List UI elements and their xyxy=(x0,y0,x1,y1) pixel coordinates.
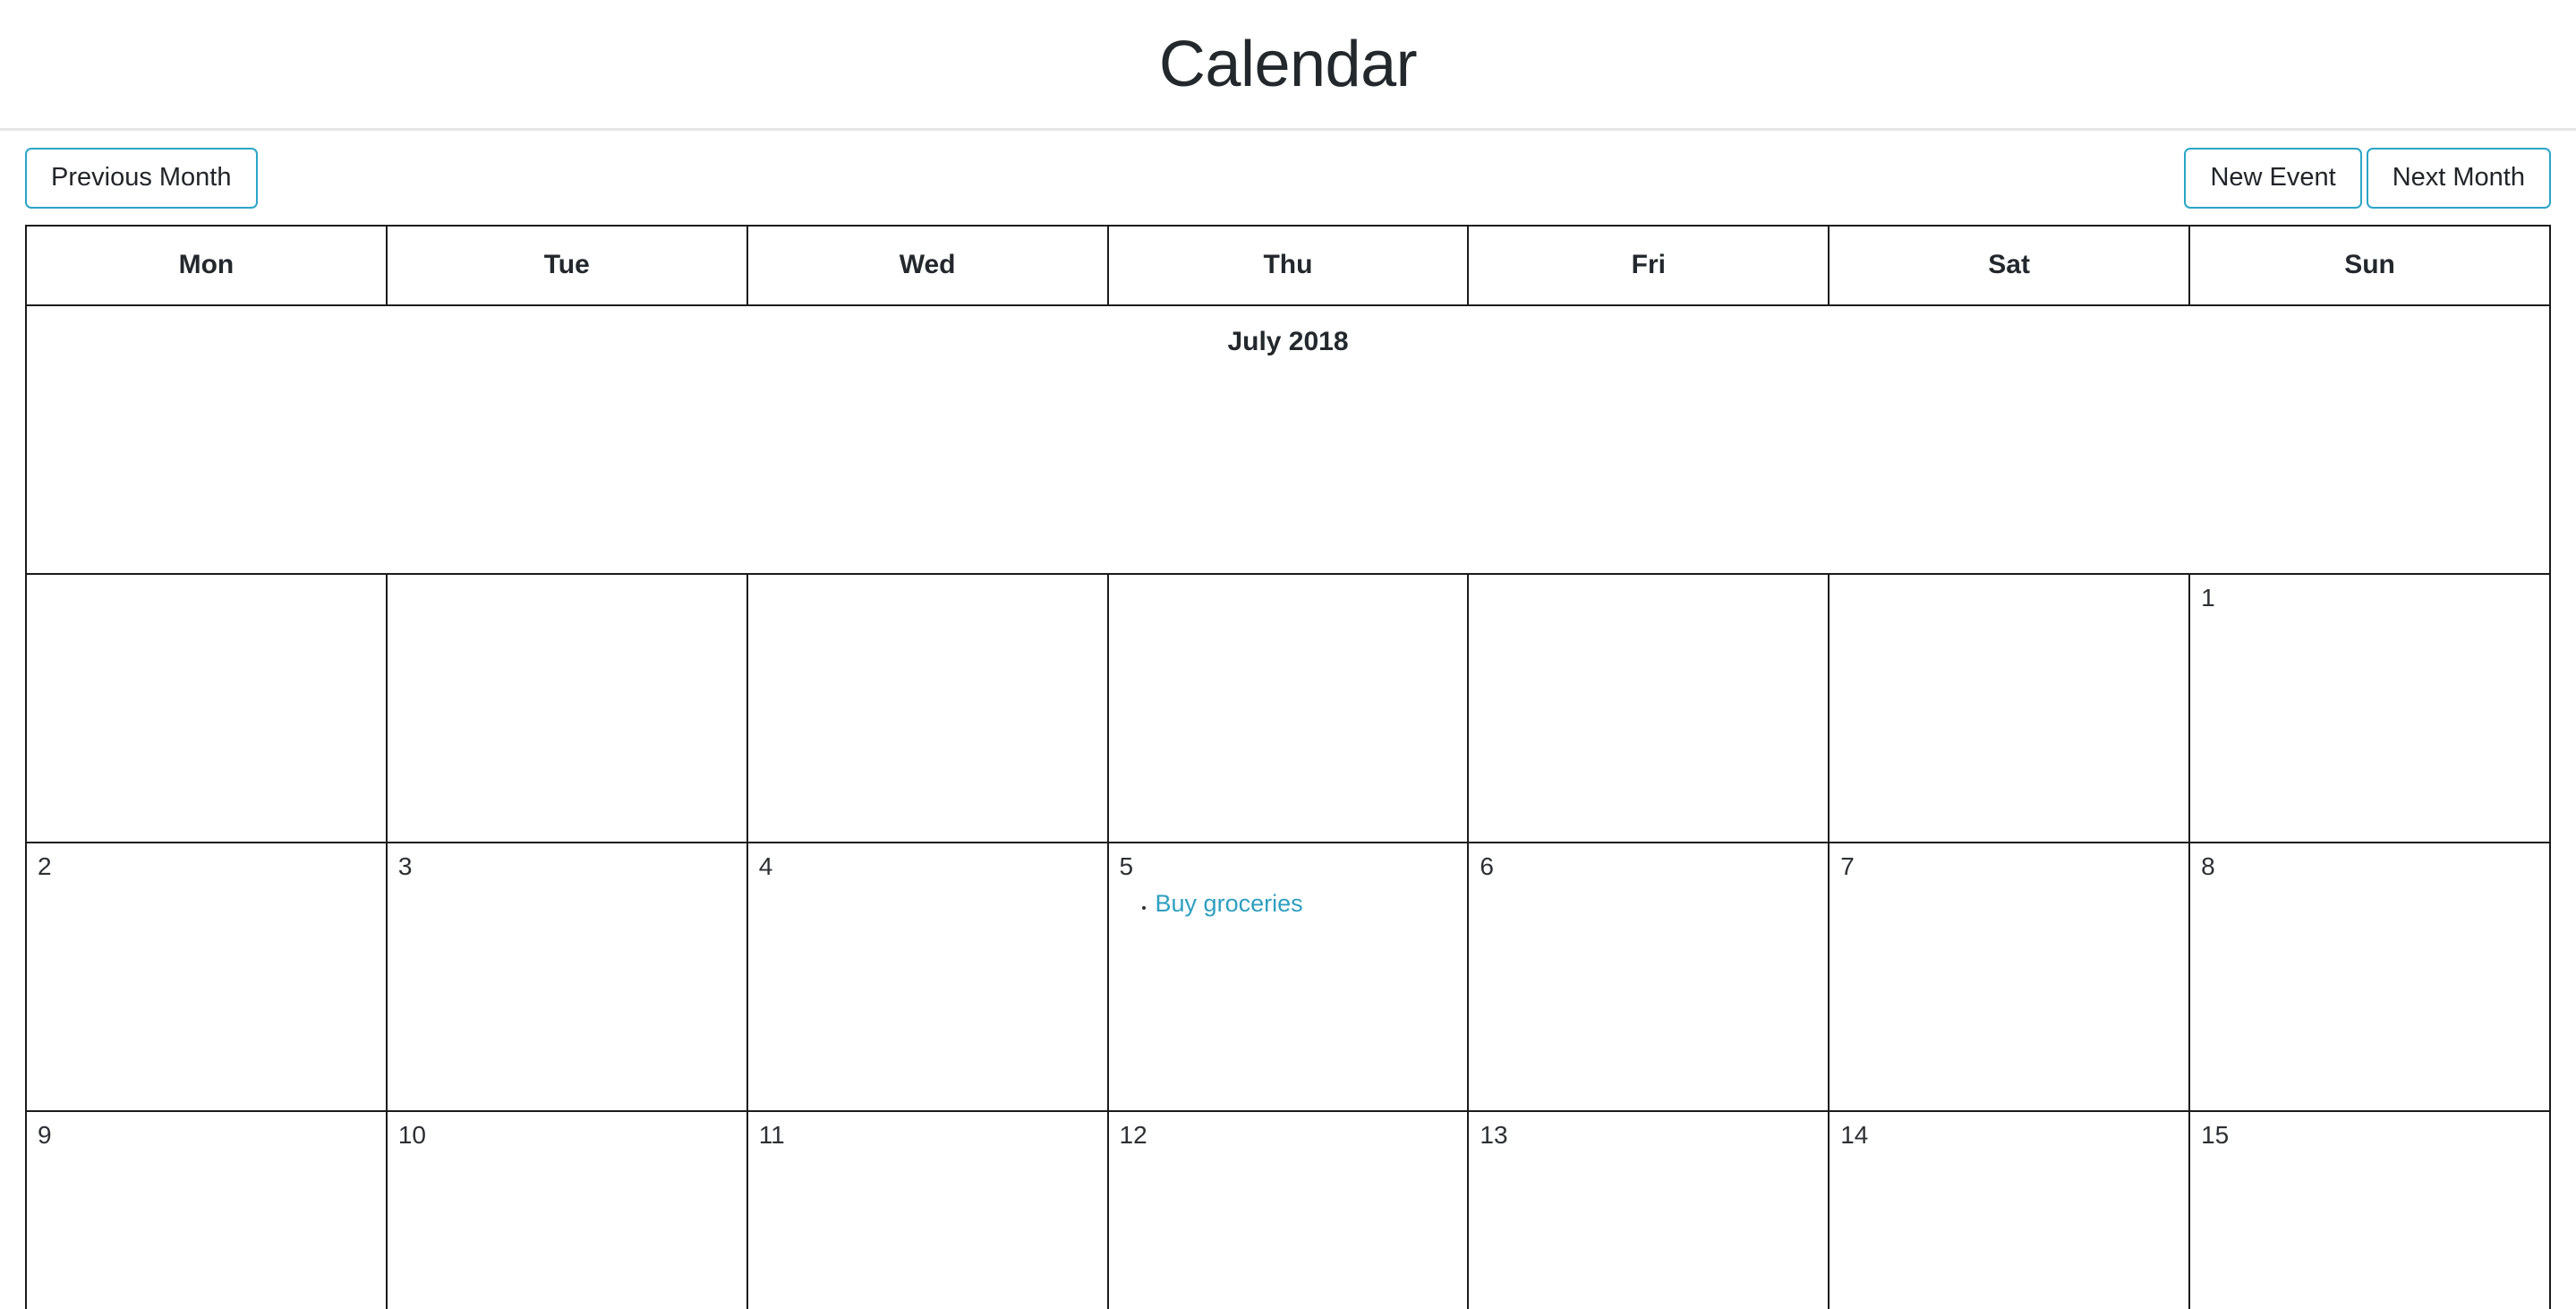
day-number: 4 xyxy=(758,852,773,880)
weekday-header-sat: Sat xyxy=(1828,226,2191,306)
event-list: Buy groceries xyxy=(1120,887,1457,920)
calendar-empty-cell[interactable] xyxy=(1467,573,1830,843)
calendar-month-label: July 2018 xyxy=(25,304,2551,575)
weekday-header-mon: Mon xyxy=(25,226,388,306)
day-number: 9 xyxy=(38,1121,52,1149)
page-header: Calendar xyxy=(0,0,2576,131)
day-number: 1 xyxy=(2201,584,2215,612)
day-number: 2 xyxy=(38,852,52,880)
day-number: 10 xyxy=(397,1121,426,1149)
calendar-container: July 2018 Mon Tue Wed Thu Fri Sat Sun 12… xyxy=(0,225,2576,1309)
weekday-header-sun: Sun xyxy=(2188,226,2551,306)
calendar-week-row: 9 10 11 12 13 14 15 xyxy=(25,1110,2551,1309)
calendar-body: 12345Buy groceries6789101112131415161718… xyxy=(25,573,2551,1309)
day-number: 5 xyxy=(1119,852,1134,880)
day-number: 3 xyxy=(397,852,413,880)
calendar-day-cell[interactable]: 15 xyxy=(2188,1110,2551,1309)
day-number: 12 xyxy=(1119,1121,1147,1149)
calendar-day-cell[interactable]: 14 xyxy=(1828,1110,2191,1309)
calendar-day-cell[interactable]: 7 xyxy=(1828,842,2191,1112)
calendar-day-cell[interactable]: 10 xyxy=(385,1110,748,1309)
calendar-empty-cell[interactable] xyxy=(746,573,1109,843)
event-link[interactable]: Buy groceries xyxy=(1156,890,1303,917)
weekday-header-row: Mon Tue Wed Thu Fri Sat Sun xyxy=(25,226,2551,306)
calendar-day-cell[interactable]: 13 xyxy=(1467,1110,1830,1309)
calendar-day-cell[interactable]: 3 xyxy=(385,842,748,1112)
day-number: 8 xyxy=(2201,852,2215,880)
calendar-day-cell[interactable]: 6 xyxy=(1467,842,1830,1112)
calendar-empty-cell[interactable] xyxy=(1106,573,1470,843)
toolbar-left-group: Previous Month xyxy=(25,147,258,209)
calendar-empty-cell[interactable] xyxy=(385,573,748,843)
calendar-day-cell[interactable]: 8 xyxy=(2188,842,2551,1112)
calendar-weekday-header: Mon Tue Wed Thu Fri Sat Sun xyxy=(25,226,2551,306)
weekday-header-wed: Wed xyxy=(746,226,1109,306)
calendar-week-row: 1 xyxy=(25,573,2551,843)
day-number: 6 xyxy=(1480,852,1494,880)
calendar-toolbar: Previous Month New Event Next Month xyxy=(0,131,2576,225)
day-number: 13 xyxy=(1480,1121,1508,1149)
calendar-day-cell[interactable]: 2 xyxy=(25,842,388,1112)
day-number: 15 xyxy=(2201,1121,2230,1149)
calendar-week-row: 2 3 4 5 Buy groceries 6 7 8 xyxy=(25,842,2551,1112)
calendar-day-cell[interactable]: 4 xyxy=(746,842,1109,1112)
calendar-empty-cell[interactable] xyxy=(1828,573,2191,843)
weekday-header-thu: Thu xyxy=(1106,226,1470,306)
previous-month-button[interactable]: Previous Month xyxy=(25,147,258,209)
new-event-button[interactable]: New Event xyxy=(2184,147,2362,209)
calendar-day-cell[interactable]: 5 Buy groceries xyxy=(1106,842,1470,1112)
day-number: 7 xyxy=(1840,852,1855,880)
weekday-header-fri: Fri xyxy=(1467,226,1830,306)
calendar-table: July 2018 Mon Tue Wed Thu Fri Sat Sun 12… xyxy=(25,225,2551,1309)
calendar-day-cell[interactable]: 1 xyxy=(2188,573,2551,843)
calendar-day-cell[interactable]: 11 xyxy=(746,1110,1109,1309)
calendar-day-cell[interactable]: 12 xyxy=(1106,1110,1470,1309)
day-number: 11 xyxy=(758,1121,785,1149)
calendar-day-cell[interactable]: 9 xyxy=(25,1110,388,1309)
event-list-item: Buy groceries xyxy=(1156,887,1457,920)
weekday-header-tue: Tue xyxy=(385,226,748,306)
next-month-button[interactable]: Next Month xyxy=(2366,147,2551,209)
day-number: 14 xyxy=(1840,1121,1869,1149)
calendar-empty-cell[interactable] xyxy=(25,573,388,843)
toolbar-right-group: New Event Next Month xyxy=(2184,147,2551,209)
calendar-month-row: July 2018 xyxy=(25,304,2551,575)
page-title: Calendar xyxy=(1158,28,1418,100)
